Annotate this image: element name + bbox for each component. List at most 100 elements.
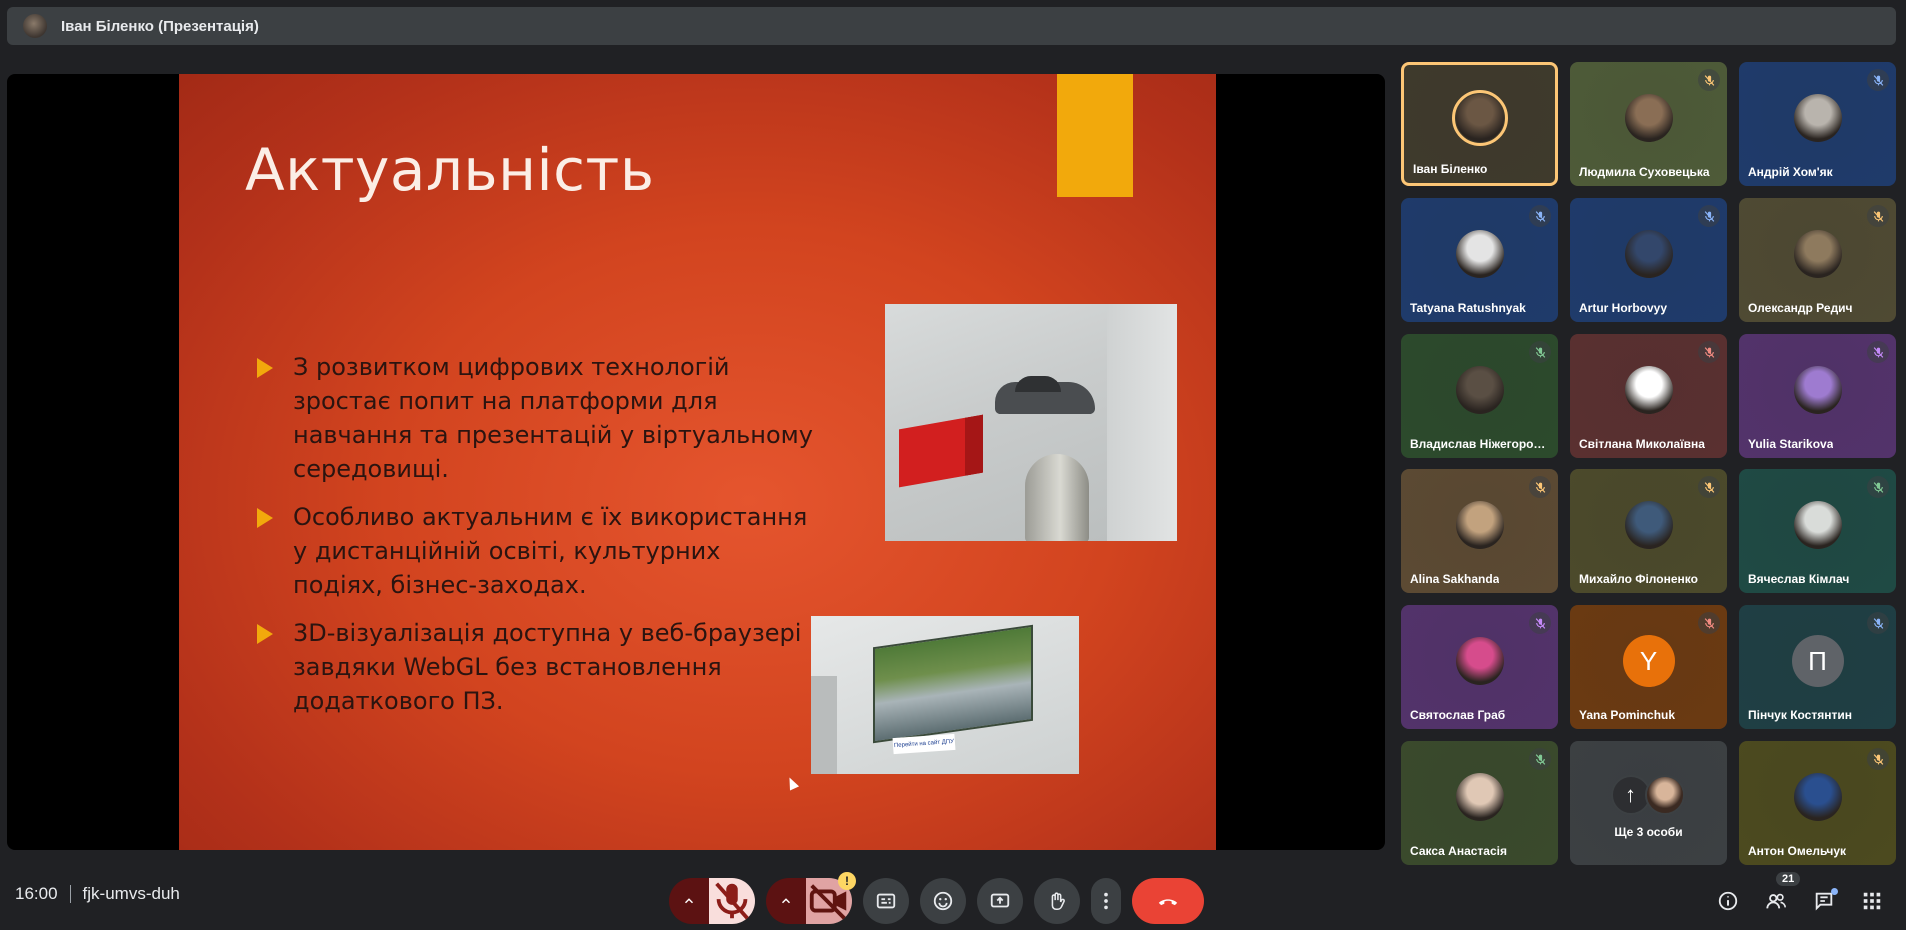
bullet-triangle-icon bbox=[257, 508, 273, 528]
avatar bbox=[1793, 501, 1842, 549]
avatar bbox=[1455, 637, 1504, 685]
participant-tile[interactable]: Антон Омельчук bbox=[1739, 741, 1896, 865]
muted-mic-icon bbox=[1867, 476, 1889, 498]
mic-off-icon bbox=[715, 882, 749, 920]
participant-name: Yana Pominchuk bbox=[1579, 708, 1676, 722]
slide-bullet-list: З розвитком цифрових технологій зростає … bbox=[255, 350, 815, 732]
chat-notification-dot bbox=[1831, 888, 1838, 895]
slide-image-virtual-gallery: Перейти на сайт ДПУ bbox=[811, 616, 1079, 774]
bullet-triangle-icon bbox=[257, 358, 273, 378]
participant-tile[interactable]: Іван Біленко bbox=[1401, 62, 1558, 186]
gallery-link-label: Перейти на сайт ДПУ bbox=[892, 733, 956, 755]
activities-button[interactable] bbox=[1848, 878, 1896, 924]
participant-tile[interactable]: Сакса Анастасія bbox=[1401, 741, 1558, 865]
raise-hand-button[interactable] bbox=[1034, 878, 1080, 924]
people-button[interactable]: 21 bbox=[1752, 872, 1801, 924]
muted-mic-icon bbox=[1698, 612, 1720, 634]
participant-tile[interactable]: Святослав Граб bbox=[1401, 605, 1558, 729]
meeting-details-button[interactable] bbox=[1704, 878, 1752, 924]
participant-name: Tatyana Ratushnyak bbox=[1410, 301, 1526, 315]
avatar bbox=[1455, 501, 1504, 549]
participant-name: Сакса Анастасія bbox=[1410, 844, 1507, 858]
chat-button[interactable] bbox=[1800, 878, 1848, 924]
more-vert-icon bbox=[1104, 892, 1108, 910]
side-panel-controls: 21 bbox=[1704, 872, 1896, 924]
scene-cylinder bbox=[1025, 454, 1089, 541]
muted-mic-icon bbox=[1529, 748, 1551, 770]
muted-mic-icon bbox=[1529, 612, 1551, 634]
presentation-stage[interactable]: Актуальність З розвитком цифрових технол… bbox=[7, 74, 1385, 850]
participant-tile[interactable]: Михайло Філоненко bbox=[1570, 469, 1727, 593]
hang-up-icon bbox=[1158, 899, 1178, 906]
muted-mic-icon bbox=[1698, 205, 1720, 227]
info-icon bbox=[1718, 891, 1738, 911]
participant-name: Вячеслав Кімлач bbox=[1748, 572, 1850, 586]
avatar bbox=[1455, 366, 1504, 414]
camera-control: ! bbox=[766, 872, 856, 924]
present-screen-button[interactable] bbox=[977, 878, 1023, 924]
avatar bbox=[1644, 775, 1685, 815]
muted-mic-icon bbox=[1867, 612, 1889, 634]
participant-tile[interactable]: Людмила Суховецька bbox=[1570, 62, 1727, 186]
presentation-header: Іван Біленко (Презентація) bbox=[7, 7, 1896, 45]
bullet-text: 3D-візуалізація доступна у веб-браузері … bbox=[293, 619, 802, 715]
apps-grid-icon bbox=[1863, 892, 1881, 910]
muted-mic-icon bbox=[1867, 748, 1889, 770]
avatar bbox=[1455, 230, 1504, 278]
participant-tile[interactable]: Вячеслав Кімлач bbox=[1739, 469, 1896, 593]
more-options-button[interactable] bbox=[1091, 878, 1121, 924]
bullet-text: З розвитком цифрових технологій зростає … bbox=[293, 353, 813, 483]
muted-mic-icon bbox=[1698, 476, 1720, 498]
slide-bullet: 3D-візуалізація доступна у веб-браузері … bbox=[255, 616, 815, 718]
bullet-triangle-icon bbox=[257, 624, 273, 644]
camera-toggle-button[interactable]: ! bbox=[806, 872, 856, 924]
leave-call-button[interactable] bbox=[1132, 878, 1204, 924]
avatar bbox=[1624, 501, 1673, 549]
scene-car bbox=[995, 376, 1095, 414]
avatar bbox=[1624, 366, 1673, 414]
participant-tile[interactable]: Alina Sakhanda bbox=[1401, 469, 1558, 593]
clock-time: 16:00 bbox=[15, 884, 58, 903]
slide-heading: Актуальність bbox=[245, 136, 655, 204]
participant-tile[interactable]: Андрій Хом'як bbox=[1739, 62, 1896, 186]
participant-name: Іван Біленко bbox=[1413, 162, 1488, 176]
slide-bullet: З розвитком цифрових технологій зростає … bbox=[255, 350, 815, 486]
emoji-icon bbox=[933, 891, 953, 911]
avatar bbox=[1455, 94, 1504, 142]
avatar bbox=[1793, 773, 1842, 821]
participant-name: Михайло Філоненко bbox=[1579, 572, 1698, 586]
scene-wall bbox=[1107, 304, 1177, 541]
participant-name: Світлана Миколаївна bbox=[1579, 437, 1705, 451]
slide-bullet: Особливо актуальним є їх використання у … bbox=[255, 500, 815, 602]
participant-tile[interactable]: П Пінчук Костянтин bbox=[1739, 605, 1896, 729]
divider bbox=[69, 885, 71, 903]
participant-tile[interactable]: Artur Horbovyy bbox=[1570, 198, 1727, 322]
hand-icon bbox=[1051, 892, 1065, 911]
presenter-title: Іван Біленко (Презентація) bbox=[61, 17, 259, 35]
avatar bbox=[1624, 94, 1673, 142]
participant-tile[interactable]: Олександр Редич bbox=[1739, 198, 1896, 322]
muted-mic-icon bbox=[1529, 476, 1551, 498]
audio-options-button[interactable] bbox=[669, 878, 709, 924]
more-participants-label: Ще 3 особи bbox=[1614, 825, 1683, 839]
captions-button[interactable] bbox=[863, 878, 909, 924]
participant-tile[interactable]: Владислав Ніжегородцев bbox=[1401, 334, 1558, 458]
reactions-button[interactable] bbox=[920, 878, 966, 924]
people-icon bbox=[1766, 893, 1786, 909]
video-options-button[interactable] bbox=[766, 878, 806, 924]
meeting-info: 16:00 fjk-umvs-duh bbox=[15, 884, 180, 904]
camera-warning-badge: ! bbox=[838, 872, 856, 890]
participant-tile[interactable]: Y Yana Pominchuk bbox=[1570, 605, 1727, 729]
more-participants-tile[interactable]: ↑ Ще 3 особи bbox=[1570, 741, 1727, 865]
participant-name: Антон Омельчук bbox=[1748, 844, 1847, 858]
avatar bbox=[1455, 773, 1504, 821]
closed-captions-icon bbox=[876, 893, 896, 909]
participant-tile[interactable]: Yulia Starikova bbox=[1739, 334, 1896, 458]
muted-mic-icon bbox=[1698, 341, 1720, 363]
mic-toggle-button[interactable] bbox=[709, 878, 755, 924]
slide: Актуальність З розвитком цифрових технол… bbox=[179, 74, 1216, 850]
participant-tile[interactable]: Tatyana Ratushnyak bbox=[1401, 198, 1558, 322]
participant-name: Святослав Граб bbox=[1410, 708, 1506, 722]
participant-name: Владислав Ніжегородцев bbox=[1410, 437, 1550, 451]
participant-tile[interactable]: Світлана Миколаївна bbox=[1570, 334, 1727, 458]
